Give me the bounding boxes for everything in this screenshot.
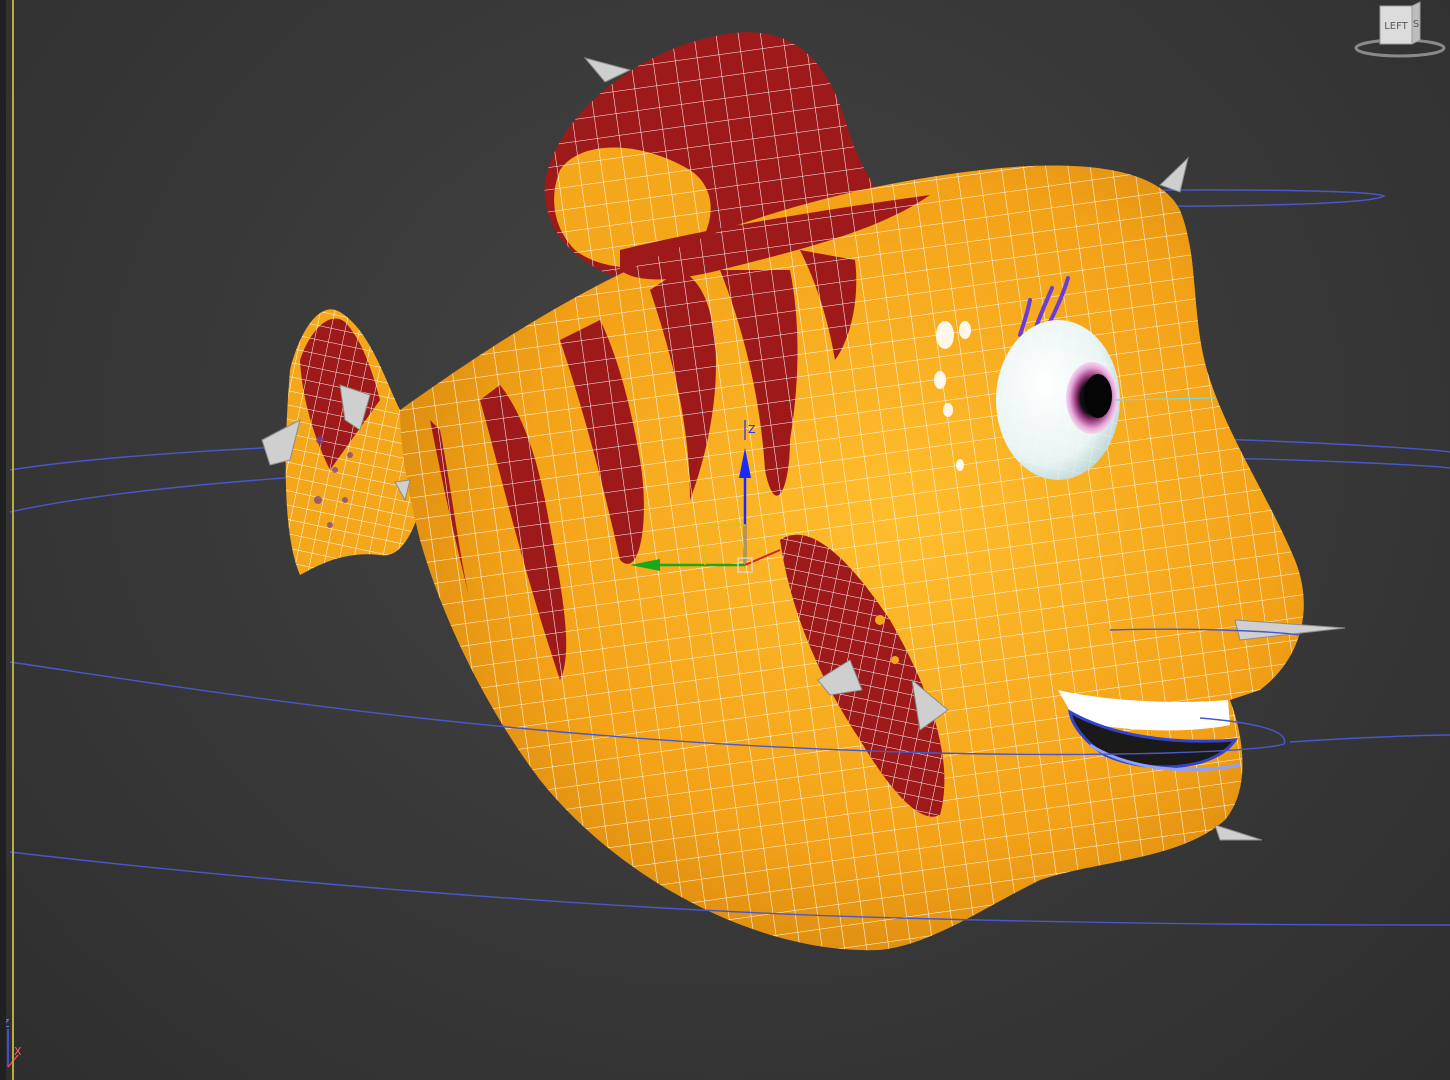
- viewcube-face-label: LEFT: [1384, 21, 1408, 32]
- fish-model-scene[interactable]: Z: [0, 0, 1450, 1080]
- axis-x-label: X: [14, 1045, 22, 1058]
- fish-body: [400, 165, 1304, 951]
- viewcube-side-label: S: [1413, 19, 1419, 30]
- axis-tripod-icon: Z X: [2, 1017, 22, 1068]
- axis-z-label: Z: [2, 1017, 10, 1030]
- svg-text:Z: Z: [748, 423, 756, 436]
- perspective-viewport[interactable]: Z LEFT S Z X: [0, 0, 1450, 1080]
- viewcube-icon[interactable]: LEFT S: [1350, 0, 1450, 72]
